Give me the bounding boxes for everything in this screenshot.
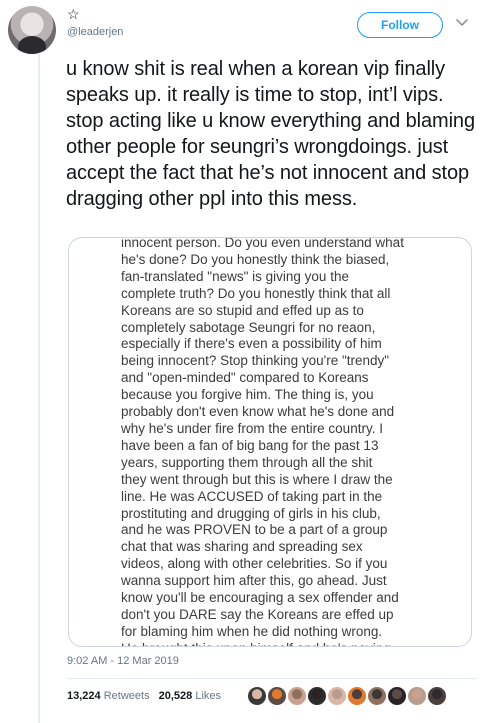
liker-avatar[interactable] bbox=[346, 685, 368, 707]
liker-avatar[interactable] bbox=[366, 685, 388, 707]
attached-image[interactable]: innocent person. Do you even understand … bbox=[68, 237, 472, 647]
tweet-stats: 13,224 Retweets 20,528 Likes bbox=[67, 690, 221, 702]
attached-text-line: and "open-minded" compared to Koreans bbox=[121, 370, 369, 386]
likes-label[interactable]: Likes bbox=[195, 690, 221, 702]
attached-image-text: innocent person. Do you even understand … bbox=[121, 237, 431, 646]
attached-text-line: especially if there's even a possibility… bbox=[121, 336, 382, 352]
attached-text-line: and he was PROVEN to be a part of a grou… bbox=[121, 522, 388, 538]
attached-text-line: he's done? Do you honestly think the bia… bbox=[121, 251, 390, 267]
retweets-label[interactable]: Retweets bbox=[104, 690, 150, 702]
attached-text-line: prostituting and drugging of girls in hi… bbox=[121, 505, 381, 521]
tweet-text: u know shit is real when a korean vip fi… bbox=[66, 58, 475, 210]
attached-text-line: why he's under fire from the entire coun… bbox=[121, 420, 383, 436]
attached-text-line: don't you DARE say the Koreans are effed… bbox=[121, 606, 394, 622]
liker-avatar[interactable] bbox=[386, 685, 408, 707]
liker-avatar[interactable] bbox=[306, 685, 328, 707]
attached-text-line: probably don't even know what he's done … bbox=[121, 404, 395, 420]
attached-text-line: because you forgive him. The thing is, y… bbox=[121, 387, 374, 403]
user-handle[interactable]: @leaderjen bbox=[67, 26, 123, 38]
attached-text-line: know you'll be encouraging a sex offende… bbox=[121, 590, 399, 606]
attached-text-line: wanna support him after this, go ahead. … bbox=[121, 573, 387, 589]
attached-text-line: chat that was sharing and spreading sex bbox=[121, 539, 363, 555]
attached-text-line: line. He was ACCUSED of taking part in t… bbox=[121, 488, 383, 504]
display-name[interactable]: ☆ bbox=[67, 6, 80, 23]
attached-text-line: for blaming him when he did nothing wron… bbox=[121, 623, 383, 639]
tweet-timestamp[interactable]: 9:02 AM - 12 Mar 2019 bbox=[67, 655, 179, 667]
liker-avatar[interactable] bbox=[246, 685, 268, 707]
follow-button[interactable]: Follow bbox=[357, 12, 443, 38]
liker-avatar[interactable] bbox=[286, 685, 308, 707]
attached-text-line: completely sabotage Seungri for no reaon… bbox=[121, 319, 376, 335]
thread-rule bbox=[38, 44, 40, 723]
attached-text-line: fan-translated "news" is giving you the bbox=[121, 268, 349, 284]
attached-text-line: complete truth? Do you honestly think th… bbox=[121, 285, 391, 301]
attached-text-line: they went through but this is where I dr… bbox=[121, 471, 393, 487]
attached-text-line: videos, along with other celebrities. So… bbox=[121, 556, 388, 572]
attached-text-line: Koreans are so stupid and effed up as to bbox=[121, 302, 364, 318]
attached-text-line: years, supporting them through all the s… bbox=[121, 454, 373, 470]
attached-text-line: He brought this upon himself and he's pa… bbox=[121, 641, 431, 646]
avatar[interactable] bbox=[8, 6, 56, 54]
liker-avatar[interactable] bbox=[326, 685, 348, 707]
divider bbox=[66, 678, 478, 679]
attached-text-line: being innocent? Stop thinking you're "tr… bbox=[121, 353, 390, 369]
liker-avatar[interactable] bbox=[266, 685, 288, 707]
attached-text-line: innocent person. Do you even understand … bbox=[121, 237, 404, 250]
liker-avatar[interactable] bbox=[426, 685, 448, 707]
attached-text-line: have been a fan of big bang for the past… bbox=[121, 437, 379, 453]
likes-count[interactable]: 20,528 bbox=[159, 690, 193, 702]
retweets-count[interactable]: 13,224 bbox=[67, 690, 101, 702]
chevron-down-icon[interactable] bbox=[453, 14, 471, 32]
liker-avatar[interactable] bbox=[406, 685, 428, 707]
